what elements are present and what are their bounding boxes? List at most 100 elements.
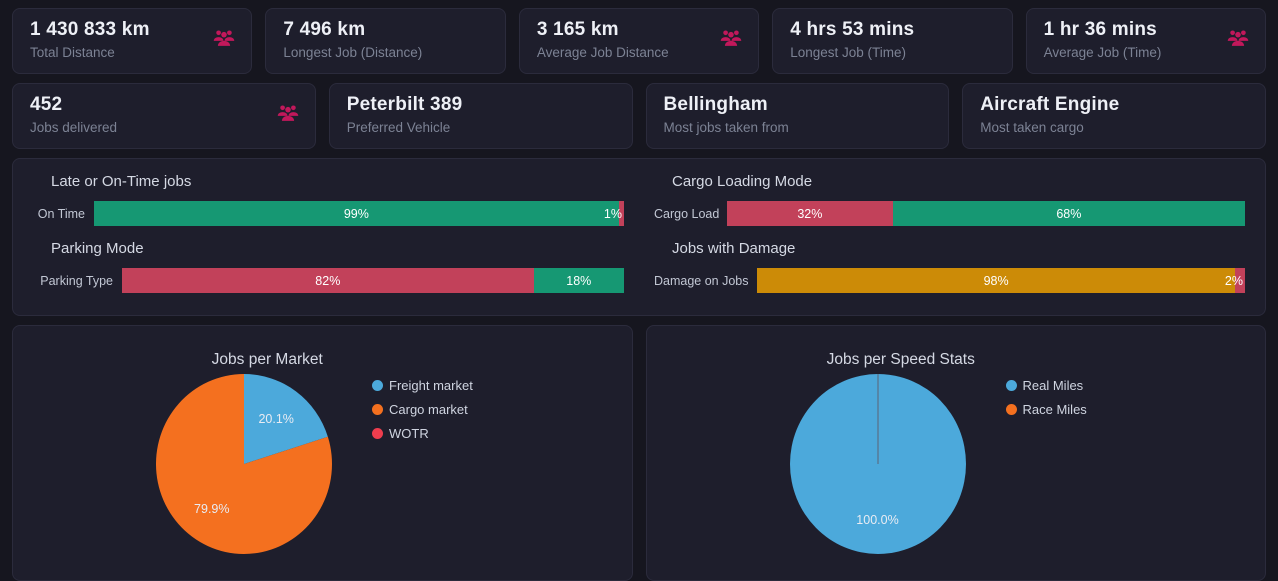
pie-chart-title: Jobs per Market — [211, 351, 323, 368]
kpi-label: Most taken cargo — [980, 120, 1084, 135]
legend-item[interactable]: Cargo market — [372, 402, 473, 417]
kpi-label: Most jobs taken from — [663, 120, 789, 135]
bar-segment-value: 98% — [983, 273, 1009, 288]
legend-item[interactable]: Race Miles — [1005, 402, 1087, 417]
bar-segment-value: 18% — [566, 273, 592, 288]
bar-chart-block: Parking Mode Parking Type 82% 18% — [33, 238, 624, 301]
pie-svg — [789, 374, 966, 554]
bar-chart-title: Parking Mode — [51, 240, 144, 257]
pie-slice-label: 79.9% — [194, 502, 230, 517]
kpi-value: 3 165 km — [536, 19, 619, 40]
legend-label: WOTR — [389, 426, 429, 441]
pie-chart-title: Jobs per Speed Stats — [826, 351, 975, 368]
bar-chart-row: Damage on Jobs 98% 2% — [654, 268, 1245, 293]
people-icon — [720, 29, 742, 47]
bar-chart-block: Late or On-Time jobs On Time 99% 1% — [33, 171, 624, 234]
bar-segment[interactable]: 32% — [727, 201, 893, 226]
bar-chart-row: On Time 99% 1% — [33, 201, 624, 226]
kpi-card: 452 Jobs delivered — [12, 83, 316, 149]
legend-color-dot — [372, 404, 383, 415]
bar-chart-block: Cargo Loading Mode Cargo Load 32% 68% — [654, 171, 1245, 234]
kpi-label: Longest Job (Time) — [790, 45, 907, 60]
pie-chart-panel: Jobs per Market 20.1% 79.9% Freight market C… — [12, 325, 633, 581]
bar-segment[interactable]: 68% — [892, 201, 1245, 226]
kpi-card: Peterbilt 389 Preferred Vehicle — [328, 83, 633, 149]
kpi-card: Bellingham Most jobs taken from — [645, 83, 950, 149]
bar-segment-value: 82% — [315, 273, 341, 288]
legend-item[interactable]: Real Miles — [1005, 378, 1087, 393]
bar-category-label: On Time — [37, 206, 85, 221]
bar-segment[interactable]: 82% — [122, 268, 534, 293]
bar-track: 32% 68% — [727, 201, 1245, 226]
legend-color-dot — [1005, 404, 1017, 415]
pie-svg — [156, 374, 332, 554]
pie-legend: Real Miles Race Miles — [1005, 378, 1087, 417]
kpi-row-primary: 1 430 833 km Total Distance 7 496 km Longes… — [12, 8, 1267, 74]
bar-segment-value: 99% — [343, 206, 369, 221]
kpi-label: Average Job (Time) — [1043, 45, 1162, 60]
kpi-card: Aircraft Engine Most taken cargo — [962, 83, 1266, 149]
kpi-value: Bellingham — [663, 94, 768, 115]
kpi-label: Longest Job (Distance) — [283, 45, 423, 60]
pie-charts-row: Jobs per Market 20.1% 79.9% Freight market C… — [12, 325, 1266, 581]
kpi-value: 1 430 833 km — [30, 19, 150, 40]
kpi-value: 4 hrs 53 mins — [790, 19, 915, 40]
bar-chart-title: Late or On-Time jobs — [51, 173, 192, 190]
bar-track: 82% 18% — [122, 268, 624, 293]
legend-label: Real Miles — [1022, 378, 1084, 393]
pie-slice-label: 20.1% — [258, 411, 294, 426]
people-icon-glyph — [277, 105, 299, 121]
people-icon-glyph — [214, 30, 235, 46]
bar-segment-value: 68% — [1056, 206, 1082, 221]
kpi-label: Preferred Vehicle — [346, 120, 451, 135]
legend-label: Freight market — [389, 378, 473, 393]
kpi-value: Peterbilt 389 — [346, 94, 463, 115]
bar-segment[interactable]: 98% — [757, 268, 1236, 293]
legend-label: Cargo market — [389, 402, 468, 417]
bar-category-label: Cargo Load — [654, 206, 720, 221]
pie-graphic: 20.1% 79.9% — [156, 374, 332, 554]
bar-segment[interactable]: 18% — [533, 268, 624, 293]
dashboard-root: 1 430 833 km Total Distance 7 496 km Longes… — [0, 0, 1278, 581]
legend-color-dot — [372, 380, 383, 391]
kpi-row-secondary: 452 Jobs delivered Peterbilt 389 Preferred … — [12, 83, 1266, 149]
kpi-label: Average Job Distance — [536, 45, 669, 60]
kpi-card: 1 430 833 km Total Distance — [12, 8, 253, 74]
bar-segment[interactable]: 1% — [604, 201, 624, 226]
kpi-card: 3 165 km Average Job Distance — [518, 8, 760, 74]
bar-category-label: Damage on Jobs — [654, 273, 749, 288]
bar-chart-block: Jobs with Damage Damage on Jobs 98% 2% — [654, 238, 1245, 301]
kpi-value: Aircraft Engine — [980, 94, 1120, 115]
kpi-card: 1 hr 36 mins Average Job (Time) — [1025, 8, 1267, 74]
bar-chart-row: Parking Type 82% 18% — [33, 268, 624, 293]
bar-segment[interactable]: 2% — [1225, 268, 1245, 293]
kpi-value: 1 hr 36 mins — [1043, 19, 1157, 40]
kpi-label: Jobs delivered — [30, 120, 118, 135]
pie-chart-area: 20.1% 79.9% Freight market Cargo market WOTR — [13, 374, 632, 574]
people-icon-glyph — [1227, 30, 1249, 46]
legend-color-dot — [372, 428, 383, 439]
pie-chart-area: 100.0% Real Miles Race Miles — [647, 374, 1266, 574]
legend-color-dot — [1005, 380, 1017, 391]
stacked-bars-panel: Late or On-Time jobs On Time 99% 1% Cargo Lo… — [12, 158, 1266, 316]
people-icon — [213, 29, 235, 47]
legend-label: Race Miles — [1022, 402, 1087, 417]
people-icon — [277, 104, 299, 122]
kpi-card: 4 hrs 53 mins Longest Job (Time) — [772, 8, 1013, 74]
kpi-card: 7 496 km Longest Job (Distance) — [265, 8, 506, 74]
kpi-value: 452 — [30, 94, 63, 115]
pie-legend: Freight market Cargo market WOTR — [372, 378, 473, 441]
bar-segment-value: 1% — [603, 206, 622, 221]
bar-segment-value: 2% — [1224, 273, 1243, 288]
legend-item[interactable]: Freight market — [372, 378, 473, 393]
pie-slice-label: 100.0% — [856, 512, 899, 527]
people-icon — [1227, 29, 1249, 47]
people-icon-glyph — [720, 30, 742, 46]
bar-chart-title: Cargo Loading Mode — [672, 173, 813, 190]
kpi-value: 7 496 km — [283, 19, 366, 40]
bar-segment[interactable]: 99% — [94, 201, 619, 226]
bar-track: 99% 1% — [94, 201, 624, 226]
legend-item[interactable]: WOTR — [372, 426, 473, 441]
pie-graphic: 100.0% — [789, 374, 966, 554]
bar-segment-value: 32% — [797, 206, 823, 221]
